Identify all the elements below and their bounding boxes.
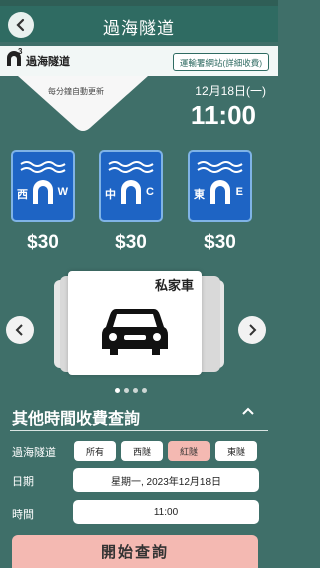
carousel-next-button[interactable] [238, 316, 266, 344]
west-toll-price: $30 [27, 232, 59, 253]
pagination-dot[interactable] [115, 388, 120, 393]
vehicle-label: 私家車 [154, 278, 194, 293]
carousel-pagination [115, 380, 151, 398]
start-query-button[interactable]: 開始查詢 [12, 535, 258, 568]
tunnel-name: 西 [17, 189, 28, 201]
chevron-up-icon[interactable] [242, 406, 254, 416]
pagination-dot[interactable] [124, 388, 129, 393]
page-title: 過海隧道 [103, 19, 175, 38]
pagination-dot[interactable] [142, 388, 147, 393]
tunnel-code: C [146, 186, 154, 198]
tunnel-code: W [57, 186, 68, 198]
notice-banner [18, 76, 148, 131]
car-icon [102, 309, 168, 355]
tunnel-option-east[interactable]: 東隧 [215, 441, 257, 461]
date-field[interactable]: 星期一, 2023年12月18日 [73, 468, 259, 492]
date-label: 日期 [12, 476, 34, 488]
central-toll-price: $30 [115, 232, 147, 253]
pagination-dot[interactable] [133, 388, 138, 393]
td-website-link[interactable]: 運輸署網站(詳細收費) [173, 53, 269, 71]
tunnel-code: E [235, 186, 243, 198]
auto-update-note: 每分鐘自動更新 [48, 87, 104, 96]
vehicle-card[interactable]: 私家車 [68, 271, 202, 375]
tunnel-option-all[interactable]: 所有 [74, 441, 116, 461]
current-time: 11:00 [190, 100, 256, 130]
tunnel-name: 中 [105, 189, 116, 201]
west-tunnel-icon: 西 W [11, 150, 75, 222]
chevron-left-icon [15, 324, 23, 336]
logo-superscript: 3 [18, 47, 23, 56]
carousel-prev-button[interactable] [6, 316, 34, 344]
query-section-title: 其他時間收費查詢 [12, 411, 141, 428]
central-tunnel-icon: 中 C [99, 150, 163, 222]
app-header: 過海隧道 [0, 6, 278, 42]
tunnel-option-cross-harbour[interactable]: 紅隧 [168, 441, 210, 461]
divider [10, 430, 268, 431]
logo-text: 過海隧道 [26, 56, 70, 68]
time-label: 時間 [12, 509, 34, 521]
chevron-right-icon [249, 324, 257, 336]
tunnel-option-west[interactable]: 西隧 [121, 441, 163, 461]
tunnel-filter-label: 過海隧道 [12, 447, 56, 459]
east-tunnel-icon: 東 E [188, 150, 252, 222]
tunnel-name: 東 [194, 189, 205, 201]
east-toll-price: $30 [204, 232, 236, 253]
time-field[interactable]: 11:00 [73, 500, 259, 524]
current-date: 12月18日(一) [195, 84, 266, 98]
